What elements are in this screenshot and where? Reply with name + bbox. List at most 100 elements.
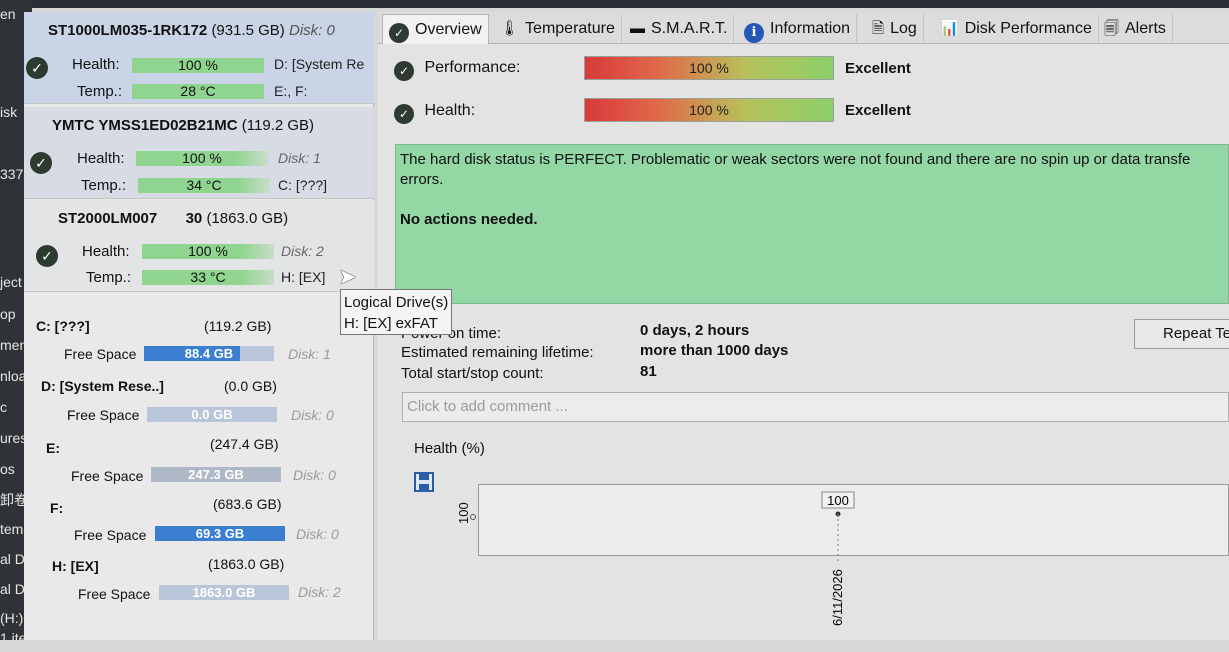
- check-icon: ✓: [30, 152, 52, 174]
- power-on-value: 0 days, 2 hours: [640, 322, 750, 339]
- partition-name: E:: [46, 440, 60, 456]
- nav-fragment[interactable]: 337: [0, 166, 23, 182]
- health-rating: Excellent: [845, 102, 911, 119]
- mouse-cursor-icon: ➤: [338, 264, 357, 289]
- temp-bar: 34 °C: [138, 178, 270, 193]
- partition-disk: Disk: 0: [293, 467, 336, 483]
- partition-size: (247.4 GB): [210, 436, 279, 452]
- free-space-bar: 88.4 GB: [144, 346, 274, 361]
- nav-fragment[interactable]: 1 ite: [0, 630, 26, 640]
- nav-fragment[interactable]: c: [0, 399, 7, 415]
- check-icon: ✓: [389, 23, 409, 43]
- health-label: Health:: [424, 102, 476, 119]
- main-panel: ✓ Overview 🌡 Temperature ▬ S.M.A.R.T. i Info…: [378, 12, 1229, 640]
- health-bar: 100 %: [584, 98, 834, 122]
- status-box: The hard disk status is PERFECT. Problem…: [395, 144, 1229, 304]
- partition-name: C: [???]: [36, 318, 90, 334]
- y-tick-label: 100: [456, 502, 471, 524]
- temp-label: Temp.:: [86, 269, 132, 286]
- status-action: No actions needed.: [400, 211, 538, 228]
- status-message-cont: errors.: [400, 171, 444, 188]
- tab-smart[interactable]: ▬ S.M.A.R.T.: [624, 14, 735, 44]
- comment-input[interactable]: Click to add comment ...: [402, 392, 1229, 422]
- partition-disk: Disk: 2: [298, 584, 341, 600]
- disk-list-panel: ST1000LM035-1RK172 (931.5 GB) Disk: 0 ✓ …: [24, 12, 374, 640]
- health-row: ✓ Health:: [394, 102, 475, 124]
- partition-item[interactable]: E: (247.4 GB) Free Space 247.3 GB Disk: …: [24, 432, 374, 492]
- disk-partitions: H: [EX]: [281, 269, 326, 285]
- partition-item[interactable]: C: [???] (119.2 GB) Free Space 88.4 GB D…: [24, 312, 374, 372]
- startstop-value: 81: [640, 363, 657, 380]
- tooltip-title: Logical Drive(s): [344, 294, 449, 311]
- performance-label: Performance:: [424, 59, 521, 76]
- dash-icon: ▬: [630, 20, 645, 37]
- lifetime-label: Estimated remaining lifetime:: [401, 344, 594, 361]
- tab-alerts[interactable]: 🗐 Alerts: [1098, 14, 1173, 44]
- nav-fragment[interactable]: isk: [0, 104, 17, 120]
- tab-overview[interactable]: ✓ Overview: [382, 14, 489, 44]
- free-space-label: Free Space: [71, 468, 144, 484]
- partition-size: (119.2 GB): [204, 318, 272, 334]
- tab-temperature[interactable]: 🌡 Temperature: [494, 14, 622, 44]
- startstop-label: Total start/stop count:: [401, 365, 544, 382]
- partition-item[interactable]: H: [EX] (1863.0 GB) Free Space 1863.0 GB…: [24, 552, 374, 612]
- disk-size: (931.5 GB): [211, 22, 285, 39]
- performance-row: ✓ Performance:: [394, 59, 521, 81]
- performance-rating: Excellent: [845, 60, 911, 77]
- performance-bar: 100 %: [584, 56, 834, 80]
- nav-fragment[interactable]: en: [0, 6, 16, 22]
- repeat-test-button[interactable]: Repeat Te: [1134, 319, 1229, 349]
- disk-card-1[interactable]: YMTC YMSS1ED02B21MC (119.2 GB) ✓ Health:…: [24, 107, 374, 199]
- health-bar: 100 %: [136, 151, 268, 166]
- disk-size: (119.2 GB): [241, 117, 315, 134]
- data-label: 100: [827, 493, 849, 508]
- disk-model: ST1000LM035-1RK172: [48, 22, 208, 39]
- temp-label: Temp.:: [77, 83, 123, 100]
- partition-item[interactable]: D: [System Rese..] (0.0 GB) Free Space 0…: [24, 372, 374, 432]
- partition-disk: Disk: 0: [291, 407, 334, 423]
- info-icon: i: [744, 23, 764, 43]
- free-space-bar: 247.3 GB: [151, 467, 281, 482]
- nav-fragment[interactable]: ject: [0, 274, 22, 290]
- disk-number: Disk: 0: [288, 22, 335, 39]
- free-space-label: Free Space: [67, 407, 140, 423]
- disk-card-0[interactable]: ST1000LM035-1RK172 (931.5 GB) Disk: 0 ✓ …: [24, 12, 374, 104]
- nav-fragment[interactable]: op: [0, 306, 16, 322]
- free-space-value: 69.3 GB: [195, 526, 245, 541]
- disk-partitions: D: [System Re: [274, 56, 365, 72]
- check-icon: ✓: [394, 61, 414, 81]
- disk-partitions: C: [???]: [278, 177, 328, 193]
- free-space-value: 247.3 GB: [188, 467, 244, 482]
- temp-bar: 28 °C: [132, 84, 264, 99]
- document-icon: 🗎: [872, 20, 885, 37]
- partition-item[interactable]: F: (683.6 GB) Free Space 69.3 GB Disk: 0: [24, 492, 374, 552]
- health-label: Health:: [72, 56, 120, 73]
- disk-title: YMTC YMSS1ED02B21MC (119.2 GB): [52, 117, 314, 134]
- nav-fragment[interactable]: (H:): [0, 610, 23, 626]
- y-tick-marker: [470, 514, 476, 520]
- free-space-label: Free Space: [74, 527, 147, 543]
- tab-disk-performance[interactable]: 📊 Disk Performance: [934, 14, 1099, 44]
- window-top-strip: [0, 0, 1229, 8]
- disk-number: Disk: 2: [281, 243, 324, 259]
- free-space-label: Free Space: [64, 346, 137, 362]
- partition-disk: Disk: 0: [296, 526, 339, 542]
- thermometer-icon: 🌡: [500, 20, 520, 37]
- disk-model: ST2000LM007: [58, 210, 158, 227]
- partition-disk: Disk: 1: [288, 346, 331, 362]
- x-tick-label: 6/11/2026: [830, 569, 845, 626]
- disk-card-2[interactable]: ST2000LM007 30 (1863.0 GB) ✓ Health: 100…: [24, 200, 374, 292]
- partition-name: D: [System Rese..]: [41, 378, 164, 394]
- nav-fragment[interactable]: os: [0, 461, 15, 477]
- health-bar: 100 %: [132, 58, 264, 73]
- tab-log[interactable]: 🗎 Log: [866, 14, 924, 44]
- free-space-value: 88.4 GB: [184, 346, 234, 361]
- save-icon[interactable]: [414, 472, 434, 492]
- tab-information[interactable]: i Information: [738, 14, 858, 44]
- tooltip-detail: H: [EX] exFAT: [344, 315, 438, 332]
- disk-size: (1863.0 GB): [206, 210, 289, 227]
- partition-size: (683.6 GB): [213, 496, 282, 512]
- status-message: The hard disk status is PERFECT. Problem…: [400, 151, 1191, 168]
- check-icon: ✓: [36, 245, 58, 267]
- check-icon: ✓: [394, 104, 414, 124]
